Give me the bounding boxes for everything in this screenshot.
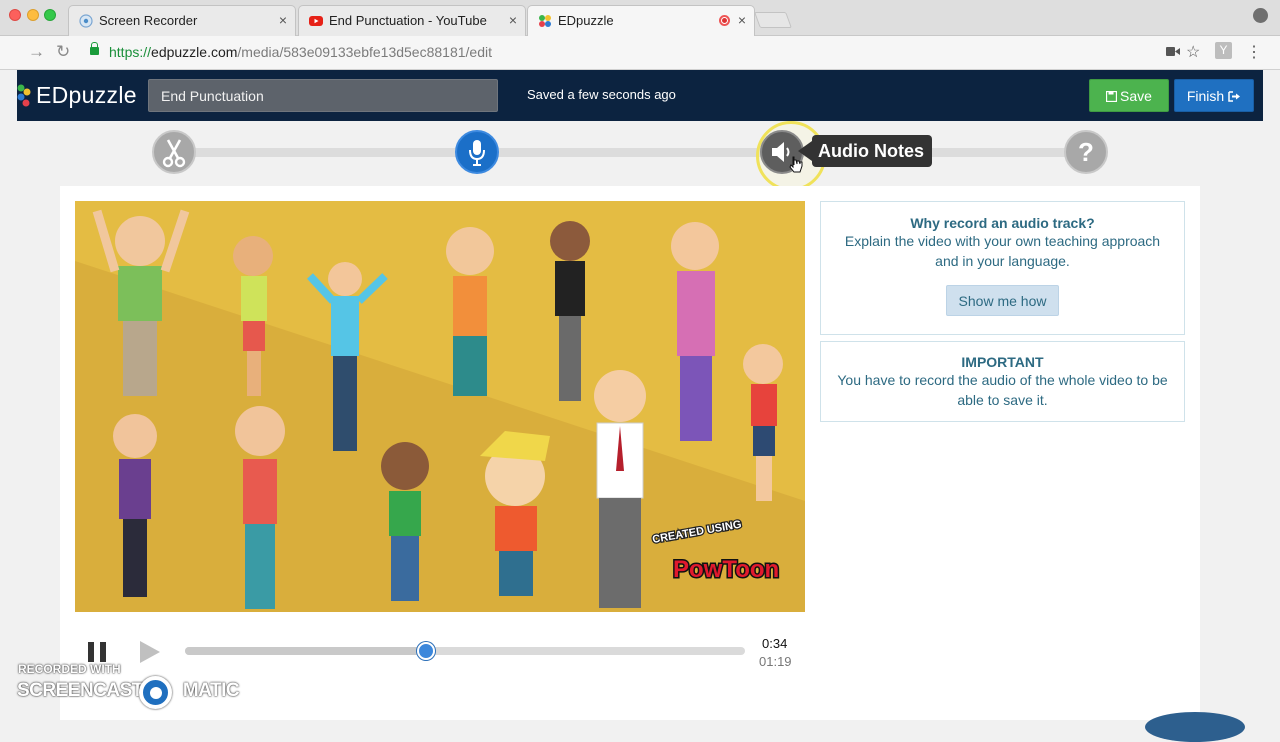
tab-title: End Punctuation - YouTube [329,13,487,28]
app-logo[interactable]: EDpuzzle [36,82,137,109]
screencast-o-matic-logo: SCREENCAST MATIC [17,680,240,701]
show-me-how-button[interactable]: Show me how [946,285,1059,316]
audio-notes-tooltip: Audio Notes [798,135,932,167]
screencast-o-matic-ring-icon [139,676,172,709]
important-panel: IMPORTANT You have to record the audio o… [820,341,1185,422]
close-tab-icon[interactable]: × [279,12,287,28]
close-window-button[interactable] [9,9,21,21]
progress-knob[interactable] [416,642,435,660]
why-record-panel: Why record an audio track? Explain the v… [820,201,1185,335]
forward-arrow-icon[interactable]: → [28,42,45,62]
screen-recorder-favicon-icon [79,14,93,28]
scissors-icon [162,139,186,168]
finish-button[interactable]: Finish [1174,79,1254,112]
sign-out-icon [1228,90,1241,102]
edpuzzle-page: EDpuzzle Saved a few seconds ago Save Fi… [17,70,1263,720]
lock-icon [90,42,99,55]
why-record-body: and in your language. [935,253,1070,269]
video-progress-bar[interactable] [185,642,745,660]
tab-youtube[interactable]: End Punctuation - YouTube × [298,5,526,36]
close-tab-icon[interactable]: × [509,12,517,28]
youtube-favicon-icon [309,16,323,26]
address-bar[interactable]: https://edpuzzle.com/media/583e09133ebfe… [82,40,1212,66]
why-record-title: Why record an audio track? [910,215,1095,231]
page-corner-button[interactable] [1145,712,1245,742]
why-record-body: Explain the video with your own teaching… [844,233,1161,249]
progress-fill [185,647,426,655]
extension-y-icon[interactable]: Y [1215,42,1232,59]
recorded-with-label: RECORDED WITH [18,662,121,676]
total-time: 01:19 [759,654,792,669]
minimize-window-button[interactable] [27,9,39,21]
save-button[interactable]: Save [1089,79,1169,112]
zoom-window-button[interactable] [44,9,56,21]
recording-indicator-icon [719,15,730,26]
voiceover-step-button[interactable] [455,130,499,174]
video-frame[interactable]: CREATED USING PowToon [75,201,805,612]
reload-icon[interactable]: ↻ [56,42,70,62]
play-button[interactable] [140,641,160,663]
microphone-icon [469,140,485,166]
pause-button[interactable] [88,642,108,662]
step-track [177,148,1097,157]
floppy-disk-icon [1105,90,1118,102]
important-body: You have to record the audio of the whol… [837,372,1168,388]
tab-edpuzzle[interactable]: EDpuzzle × [527,5,755,37]
video-title-input[interactable] [148,79,498,112]
url-text: https://edpuzzle.com/media/583e09133ebfe… [109,44,492,60]
important-body: able to save it. [957,392,1048,408]
current-time: 0:34 [762,636,788,651]
browser-tab-bar: Screen Recorder × End Punctuation - YouT… [0,0,1280,37]
important-title: IMPORTANT [961,354,1044,370]
new-tab-button[interactable] [754,12,792,28]
edpuzzle-favicon-icon [539,15,551,27]
save-status: Saved a few seconds ago [527,87,676,102]
tab-title: EDpuzzle [558,13,614,28]
editor-card: CREATED USING PowToon Why record an audi… [60,186,1200,720]
menu-kebab-icon[interactable]: ⋮ [1246,42,1262,62]
mouse-pointer-icon [789,156,803,173]
svg-text:PowToon: PowToon [673,556,779,583]
browser-toolbar: → ↻ https://edpuzzle.com/media/583e09133… [0,36,1280,70]
cut-step-button[interactable] [152,130,196,174]
profile-icon[interactable] [1253,8,1268,23]
bookmark-star-icon[interactable]: ☆ [1186,42,1200,62]
close-tab-icon[interactable]: × [738,12,746,28]
video-illustration: CREATED USING PowToon [75,201,805,612]
camera-icon[interactable] [1166,46,1180,57]
question-icon: ? [1078,137,1094,167]
app-header: EDpuzzle Saved a few seconds ago Save Fi… [17,70,1263,121]
edpuzzle-logo-icon [17,84,31,107]
help-step-button[interactable]: ? [1064,130,1108,174]
tab-screen-recorder[interactable]: Screen Recorder × [68,5,296,36]
tab-title: Screen Recorder [99,13,198,28]
